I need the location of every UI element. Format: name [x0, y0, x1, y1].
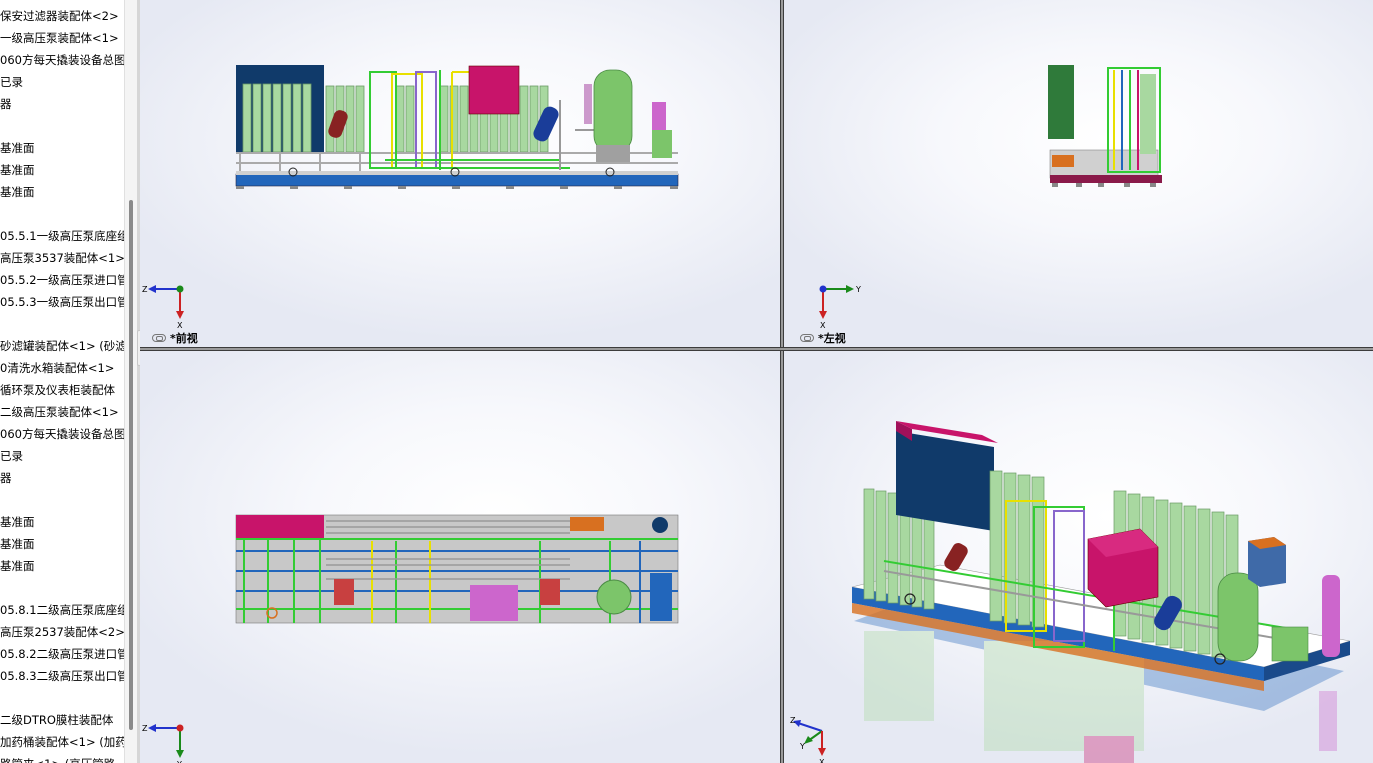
feature-tree-item[interactable]: 基准面	[0, 533, 35, 555]
feature-tree-item[interactable]: 保安过滤器装配体<2>	[0, 5, 119, 27]
viewport-vertical-divider[interactable]	[780, 0, 784, 763]
feature-tree-item[interactable]: 05.8.1二级高压泵底座组	[0, 599, 124, 621]
feature-tree-item[interactable]: 05.5.1一级高压泵底座组	[0, 225, 124, 247]
view-label-text: *左视	[818, 332, 846, 345]
feature-tree-item[interactable]: 060方每天撬装设备总图	[0, 423, 124, 445]
feature-tree-item[interactable]: 基准面	[0, 137, 35, 159]
axis-triad-top: Z Y	[142, 724, 184, 763]
viewport-horizontal-divider[interactable]	[140, 347, 1373, 351]
feature-tree-scrollbar[interactable]	[124, 0, 138, 763]
viewport-front[interactable]: Z X *前视	[140, 0, 780, 347]
feature-tree-item[interactable]: 05.5.2一级高压泵进口管	[0, 269, 124, 291]
axis-label-y: Y	[799, 742, 805, 751]
viewport-top[interactable]: Z Y	[140, 351, 780, 763]
axis-label-z: Z	[142, 724, 148, 733]
feature-tree-item[interactable]: 加药桶装配体<1> (加药	[0, 731, 124, 753]
axis-label-x: X	[819, 758, 825, 763]
axis-label-z: Z	[790, 716, 796, 725]
feature-tree-item[interactable]: 基准面	[0, 511, 35, 533]
top-view-model	[235, 514, 679, 624]
feature-tree-item[interactable]: 05.5.3一级高压泵出口管	[0, 291, 124, 313]
view-label-front[interactable]: *前视	[152, 330, 198, 346]
front-view-model	[235, 65, 679, 189]
feature-tree-item[interactable]: 高压泵3537装配体<1>	[0, 247, 124, 269]
feature-tree-item[interactable]: 05.8.3二级高压泵出口管	[0, 665, 124, 687]
feature-tree-item[interactable]: 基准面	[0, 555, 35, 577]
feature-tree-item[interactable]: 二级DTRO膜柱装配体	[0, 709, 113, 731]
scrollbar-thumb[interactable]	[129, 200, 133, 730]
feature-tree-item[interactable]: 一级高压泵装配体<1>	[0, 27, 119, 49]
axis-label-z: Z	[142, 285, 148, 294]
left-view-model	[1048, 65, 1162, 187]
axis-triad-iso: Z Y X	[790, 716, 826, 763]
axis-label-y: Y	[855, 285, 861, 294]
link-view-icon	[800, 334, 814, 342]
axis-label-x: X	[177, 321, 183, 330]
view-label-left[interactable]: *左视	[800, 330, 846, 346]
feature-tree-item[interactable]: 0清洗水箱装配体<1>	[0, 357, 114, 379]
isometric-view-model	[851, 421, 1351, 763]
feature-tree-item[interactable]: 器	[0, 93, 12, 115]
viewport-left[interactable]: Y X *左视	[784, 0, 1373, 347]
feature-tree-item[interactable]: 060方每天撬装设备总图	[0, 49, 124, 71]
feature-tree-item[interactable]: 已录	[0, 71, 23, 93]
viewport-isometric[interactable]: Z Y X	[784, 351, 1373, 763]
feature-tree-item[interactable]: 高压泵2537装配体<2>	[0, 621, 124, 643]
feature-tree-item[interactable]: 已录	[0, 445, 23, 467]
feature-tree-item[interactable]: 砂滤罐装配体<1> (砂滤	[0, 335, 124, 357]
feature-tree-item[interactable]: 二级高压泵装配体<1>	[0, 401, 119, 423]
feature-tree-item[interactable]: 器	[0, 467, 12, 489]
view-label-text: *前视	[170, 332, 198, 345]
feature-tree-item[interactable]: 05.8.2二级高压泵进口管	[0, 643, 124, 665]
link-view-icon	[152, 334, 166, 342]
feature-tree-item[interactable]: 路管夹<1> (高压管路	[0, 753, 115, 763]
feature-tree-item[interactable]: 基准面	[0, 159, 35, 181]
feature-tree[interactable]: 保安过滤器装配体<2> 一级高压泵装配体<1> 060方每天撬装设备总图 已录器基准面…	[0, 0, 124, 763]
feature-tree-item[interactable]: 基准面	[0, 181, 35, 203]
axis-label-x: X	[820, 321, 826, 330]
feature-tree-item[interactable]: 循环泵及仪表柜装配体	[0, 379, 115, 401]
